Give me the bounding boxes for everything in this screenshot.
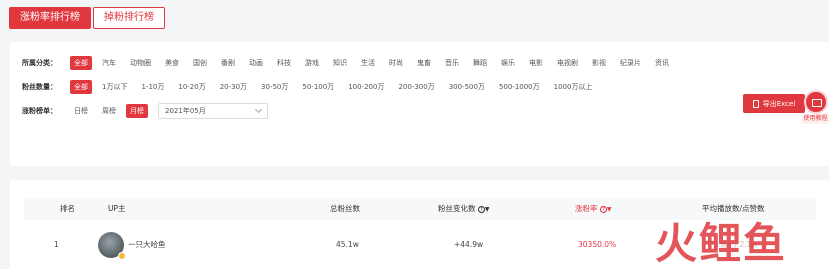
category-option[interactable]: 动物圈 [126, 56, 155, 70]
month-select[interactable]: 2021年05月 [158, 103, 268, 119]
fans-option[interactable]: 300-500万 [445, 80, 489, 94]
category-filter-row: 所属分类： 全部 汽车 动物圈 美食 国创 番剧 动画 科技 游戏 知识 生活 时尚 鬼畜 音乐 舞蹈 娱乐电… [22, 55, 679, 71]
watermark-logo: 火鲤鱼 [655, 219, 788, 268]
header-growth-rate-label: 涨粉率 [575, 204, 598, 213]
fans-filter-row: 粉丝数量： 全部 1万以下 1-10万 10-20万 20-30万 30-50万 50-10… [22, 79, 602, 95]
fans-option[interactable]: 100-200万 [344, 80, 388, 94]
fans-option[interactable]: 200-300万 [394, 80, 438, 94]
header-up: UP主 [108, 204, 126, 213]
category-option[interactable]: 生活 [357, 56, 379, 70]
fans-option[interactable]: 1000万以上 [550, 80, 597, 94]
tutorial-label: 使用教程 [802, 114, 829, 124]
category-option[interactable]: 娱乐 [497, 56, 519, 70]
row-fans-change: +44.9w [454, 240, 484, 249]
fans-option[interactable]: 1-10万 [137, 80, 168, 94]
category-option[interactable]: 电视剧 [553, 56, 582, 70]
category-option[interactable]: 音乐 [441, 56, 463, 70]
sort-down-icon: ▼ [606, 206, 612, 213]
category-option[interactable]: 游戏 [301, 56, 323, 70]
category-option[interactable]: 影视 [588, 56, 610, 70]
category-option[interactable]: 美食 [161, 56, 183, 70]
ranking-option[interactable]: 日榜 [70, 104, 92, 118]
row-total-fans: 45.1w [336, 240, 359, 249]
category-option[interactable]: 动画 [245, 56, 267, 70]
fans-option[interactable]: 50-100万 [298, 80, 338, 94]
fans-option[interactable]: 全部 [70, 80, 92, 94]
fans-option[interactable]: 20-30万 [216, 80, 251, 94]
ranking-option[interactable]: 周榜 [98, 104, 120, 118]
document-icon [752, 99, 759, 108]
month-select-value: 2021年05月 [165, 107, 206, 115]
tab-growth-rate-ranking[interactable]: 涨粉率排行榜 [9, 7, 91, 29]
header-fans-change[interactable]: 粉丝变化数 ? ▼ [438, 198, 490, 220]
top-tabs: 涨粉率排行榜 掉粉排行榜 [0, 0, 829, 37]
category-option[interactable]: 资讯 [651, 56, 673, 70]
category-option[interactable]: 鬼畜 [413, 56, 435, 70]
fans-label: 粉丝数量： [22, 83, 57, 91]
tab-fans-loss-ranking[interactable]: 掉粉排行榜 [93, 7, 165, 29]
help-icon[interactable]: ? [477, 205, 485, 213]
table-header: 排名 UP主 总粉丝数 粉丝变化数 ? ▼ 涨粉率 ? ▼ 平均播放数/点赞数 [24, 198, 816, 220]
header-fans-change-label: 粉丝变化数 [438, 204, 476, 213]
header-growth-rate[interactable]: 涨粉率 ? ▼ [575, 198, 612, 220]
ranking-filter-row: 涨粉榜单： 日榜 周榜 月榜 2021年05月 [22, 103, 268, 119]
verified-badge-icon [118, 252, 126, 260]
sort-down-icon: ▼ [484, 206, 490, 213]
category-label: 所属分类： [22, 59, 57, 67]
category-option[interactable]: 全部 [70, 56, 92, 70]
header-total-fans: 总粉丝数 [330, 204, 360, 213]
category-option[interactable]: 知识 [329, 56, 351, 70]
chevron-down-icon [254, 105, 263, 114]
ranking-option[interactable]: 月榜 [126, 104, 148, 118]
filter-panel: 所属分类： 全部 汽车 动物圈 美食 国创 番剧 动画 科技 游戏 知识 生活 时尚 鬼畜 音乐 舞蹈 娱乐电… [10, 42, 829, 166]
tutorial-icon [804, 90, 828, 114]
tutorial-widget[interactable]: 使用教程 [802, 90, 829, 126]
row-rank: 1 [54, 240, 59, 249]
category-option[interactable]: 电影 [525, 56, 547, 70]
fans-option[interactable]: 10-20万 [174, 80, 209, 94]
fans-option[interactable]: 30-50万 [257, 80, 292, 94]
row-growth-rate: 30350.0% [578, 240, 617, 249]
category-option[interactable]: 时尚 [385, 56, 407, 70]
category-option[interactable]: 番剧 [217, 56, 239, 70]
export-label: 导出Excel [762, 99, 796, 108]
row-up-name[interactable]: 一只大哈鱼 [128, 234, 166, 256]
category-option[interactable]: 国创 [189, 56, 211, 70]
category-option[interactable]: 科技 [273, 56, 295, 70]
category-option[interactable]: 纪录片 [616, 56, 645, 70]
help-icon[interactable]: ? [599, 205, 607, 213]
fans-option[interactable]: 500-1000万 [495, 80, 544, 94]
ranking-label: 涨粉榜单： [22, 107, 57, 115]
header-avg-play: 平均播放数/点赞数 [702, 204, 765, 213]
export-excel-button[interactable]: 导出Excel [743, 94, 805, 113]
header-rank: 排名 [60, 204, 75, 213]
category-option[interactable]: 舞蹈 [469, 56, 491, 70]
category-option[interactable]: 汽车 [98, 56, 120, 70]
fans-option[interactable]: 1万以下 [98, 80, 131, 94]
